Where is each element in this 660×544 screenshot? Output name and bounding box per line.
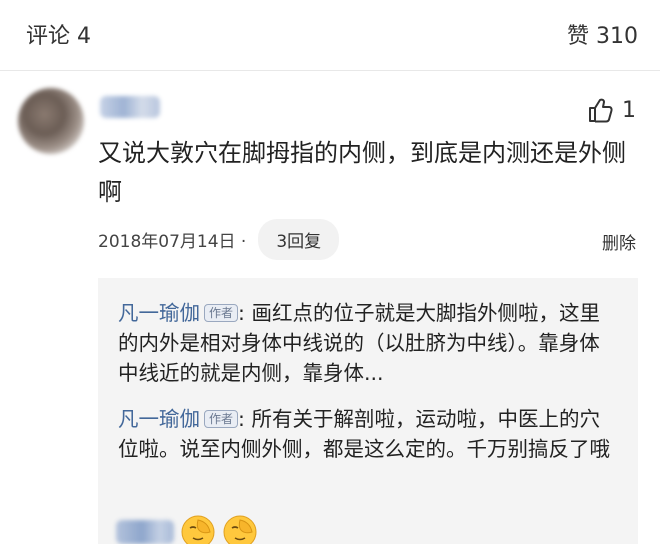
delete-button[interactable]: 删除 [602, 229, 636, 254]
reply-author[interactable]: 凡一瑜伽 [118, 301, 200, 325]
reply-item[interactable]: 凡一瑜伽 作者: 画红点的位子就是大脚指外侧啦，这里的内外是相对身体中线说的（以肚… [118, 298, 618, 388]
facepalm-emoji-icon [223, 515, 257, 544]
reply-count-button[interactable]: 3回复 [258, 218, 340, 260]
like-button[interactable]: 1 [586, 96, 636, 124]
facepalm-emoji-icon [181, 515, 215, 544]
comment-count-label[interactable]: 评论 4 [26, 18, 91, 50]
reply-item[interactable]: 凡一瑜伽 作者: 所有关于解剖啦，运动啦，中医上的穴位啦。说至内侧外侧，都是这么定… [118, 404, 618, 464]
comment-text: 又说大敦穴在脚拇指的内侧，到底是内测还是外侧啊 [98, 139, 626, 206]
avatar[interactable] [18, 88, 84, 154]
reply-separator: : [238, 407, 245, 431]
thumbs-up-icon [586, 96, 614, 124]
like-total-label[interactable]: 赞 310 [567, 18, 638, 50]
reply-reactions[interactable] [116, 514, 258, 544]
replies-panel[interactable]: 凡一瑜伽 作者: 画红点的位子就是大脚指外侧啦，这里的内外是相对身体中线说的（以肚… [98, 278, 638, 544]
like-count: 1 [622, 97, 636, 123]
author-badge: 作者 [204, 304, 239, 322]
author-badge: 作者 [204, 410, 239, 428]
comments-header: 评论 4 赞 310 [0, 0, 660, 70]
username-blurred[interactable] [100, 96, 160, 118]
reactor-name-blurred[interactable] [116, 520, 174, 544]
reply-author[interactable]: 凡一瑜伽 [118, 407, 200, 431]
reply-separator: : [238, 301, 245, 325]
header-divider [0, 70, 660, 71]
comment-meta: 2018年07月14日 · 3回复 [98, 218, 638, 260]
comment-date: 2018年07月14日 · [98, 231, 247, 252]
